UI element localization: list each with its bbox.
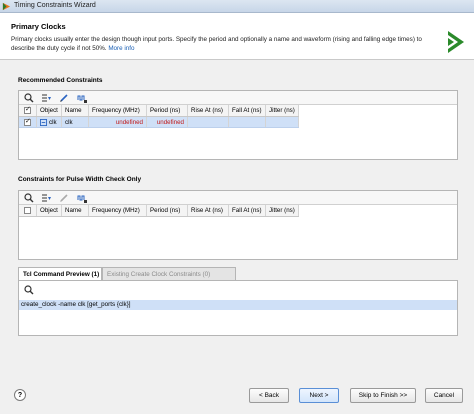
page-title: Primary Clocks [11, 22, 66, 31]
port-icon [40, 118, 47, 126]
clock-add-icon[interactable] [77, 93, 87, 103]
frequency-cell[interactable]: undefined [89, 117, 147, 127]
fall-cell[interactable] [229, 117, 266, 127]
column-header-fall[interactable]: Fall At (ns) [229, 205, 266, 216]
column-header-name[interactable]: Name [62, 205, 89, 216]
search-icon[interactable] [24, 93, 34, 103]
edit-icon[interactable] [59, 193, 69, 203]
row-checkbox[interactable] [24, 117, 31, 126]
tab-existing-create-clock-constraints[interactable]: Existing Create Clock Constraints (0) [102, 267, 236, 280]
vivado-logo-icon [448, 31, 464, 53]
search-icon[interactable] [24, 285, 34, 295]
clock-add-icon[interactable] [77, 193, 87, 203]
header-checkbox-cell[interactable] [19, 205, 37, 216]
window-title: Timing Constraints Wizard [14, 2, 96, 9]
table-row[interactable]: clk clk undefined undefined [19, 117, 299, 128]
tcl-command-line[interactable]: create_clock -name clk [get_ports {clk}] [19, 300, 457, 310]
column-header-object[interactable]: Object [37, 105, 62, 116]
column-header-period[interactable]: Period (ns) [147, 105, 188, 116]
column-header-period[interactable]: Period (ns) [147, 205, 188, 216]
jitter-cell[interactable] [266, 117, 299, 127]
recommended-toolbar [19, 91, 457, 105]
recommended-constraints-label: Recommended Constraints [18, 77, 103, 84]
pulse-width-constraints-label: Constraints for Pulse Width Check Only [18, 176, 142, 183]
edit-icon[interactable] [59, 93, 69, 103]
vivado-logo-icon [2, 2, 11, 11]
back-button[interactable]: < Back [249, 388, 289, 403]
page-description: Primary clocks usually enter the design … [11, 35, 431, 53]
row-checkbox-cell[interactable] [19, 117, 37, 127]
help-icon[interactable]: ? [14, 389, 26, 401]
cancel-button[interactable]: Cancel [425, 388, 463, 403]
pulse-width-toolbar [19, 191, 457, 205]
header-checkbox[interactable] [24, 207, 31, 214]
search-icon[interactable] [24, 193, 34, 203]
tab-tcl-command-preview[interactable]: Tcl Command Preview (1) [18, 267, 102, 280]
wizard-header: Primary Clocks Primary clocks usually en… [0, 13, 474, 60]
object-cell: clk [37, 117, 62, 127]
header-checkbox[interactable] [24, 105, 31, 114]
column-header-rise[interactable]: Rise At (ns) [188, 105, 229, 116]
filter-icon[interactable] [41, 193, 51, 203]
column-header-object[interactable]: Object [37, 205, 62, 216]
pulse-width-table-header: Object Name Frequency (MHz) Period (ns) … [19, 205, 299, 217]
period-cell[interactable]: undefined [147, 117, 188, 127]
column-header-frequency[interactable]: Frequency (MHz) [89, 205, 147, 216]
column-header-name[interactable]: Name [62, 105, 89, 116]
tcl-preview-panel: create_clock -name clk [get_ports {clk}] [18, 280, 458, 336]
object-value: clk [49, 118, 57, 126]
rise-cell[interactable] [188, 117, 229, 127]
column-header-frequency[interactable]: Frequency (MHz) [89, 105, 147, 116]
skip-to-finish-button[interactable]: Skip to Finish >> [350, 388, 416, 403]
column-header-jitter[interactable]: Jitter (ns) [266, 205, 299, 216]
recommended-table-header: Object Name Frequency (MHz) Period (ns) … [19, 105, 299, 117]
header-checkbox-cell[interactable] [19, 105, 37, 116]
more-info-link[interactable]: More info [108, 45, 134, 52]
filter-icon[interactable] [41, 93, 51, 103]
name-cell[interactable]: clk [62, 117, 89, 127]
pulse-width-constraints-panel: Object Name Frequency (MHz) Period (ns) … [18, 190, 458, 260]
column-header-fall[interactable]: Fall At (ns) [229, 105, 266, 116]
next-button[interactable]: Next > [299, 388, 339, 403]
preview-tabs: Tcl Command Preview (1) Existing Create … [18, 267, 458, 280]
column-header-rise[interactable]: Rise At (ns) [188, 205, 229, 216]
recommended-constraints-panel: Object Name Frequency (MHz) Period (ns) … [18, 90, 458, 160]
window-titlebar: Timing Constraints Wizard [0, 0, 474, 13]
description-text: Primary clocks usually enter the design … [11, 36, 422, 52]
column-header-jitter[interactable]: Jitter (ns) [266, 105, 299, 116]
